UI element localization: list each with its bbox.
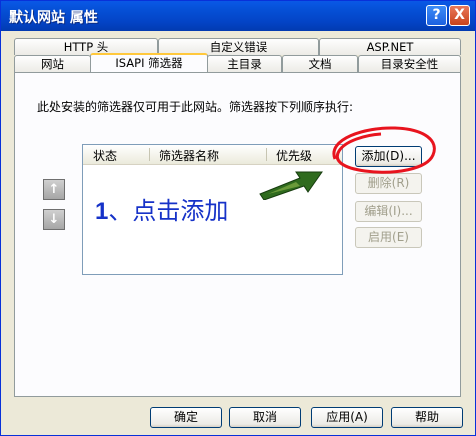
highlight-circle-icon — [332, 126, 436, 174]
ok-button[interactable]: 确定 — [150, 407, 222, 428]
annotation-text: 1、点击添加 — [95, 191, 228, 226]
cancel-button[interactable]: 取消 — [229, 407, 301, 428]
tab-directory-security[interactable]: 目录安全性 — [358, 55, 461, 72]
filters-description: 此处安装的筛选器仅可用于此网站。筛选器按下列顺序执行: — [37, 100, 354, 114]
list-header: 状态 筛选器名称 优先级 — [83, 145, 342, 165]
column-priority[interactable]: 优先级 — [276, 147, 312, 164]
tab-aspnet[interactable]: ASP.NET — [319, 38, 461, 55]
column-status[interactable]: 状态 — [93, 147, 117, 164]
tab-website[interactable]: 网站 — [14, 55, 91, 72]
help-icon[interactable]: ? — [426, 5, 447, 26]
enable-button[interactable]: 启用(E) — [355, 227, 422, 248]
edit-button[interactable]: 编辑(I)... — [355, 201, 422, 222]
close-icon[interactable]: X — [449, 5, 470, 26]
column-filter-name[interactable]: 筛选器名称 — [159, 147, 219, 164]
column-divider[interactable] — [266, 148, 267, 161]
tab-isapi-filters[interactable]: ISAPI 筛选器 — [90, 53, 208, 72]
tab-home-directory[interactable]: 主目录 — [207, 55, 282, 72]
move-down-icon[interactable]: ↓ — [43, 209, 65, 230]
annotation-number: 1 — [95, 198, 109, 225]
title-bar[interactable]: 默认网站 属性 ? X — [1, 1, 475, 31]
help-button[interactable]: 帮助 — [391, 407, 463, 428]
apply-button[interactable]: 应用(A) — [311, 407, 383, 428]
move-up-icon[interactable]: ↑ — [43, 179, 65, 200]
window-title: 默认网站 属性 — [9, 10, 98, 26]
tab-documents[interactable]: 文档 — [282, 55, 358, 72]
properties-dialog: 默认网站 属性 ? X HTTP 头 自定义错误 ASP.NET 网站 ISAP… — [0, 0, 476, 436]
column-divider[interactable] — [149, 148, 150, 161]
annotation-label: 、点击添加 — [108, 197, 229, 225]
pointer-arrow-icon — [259, 171, 323, 200]
